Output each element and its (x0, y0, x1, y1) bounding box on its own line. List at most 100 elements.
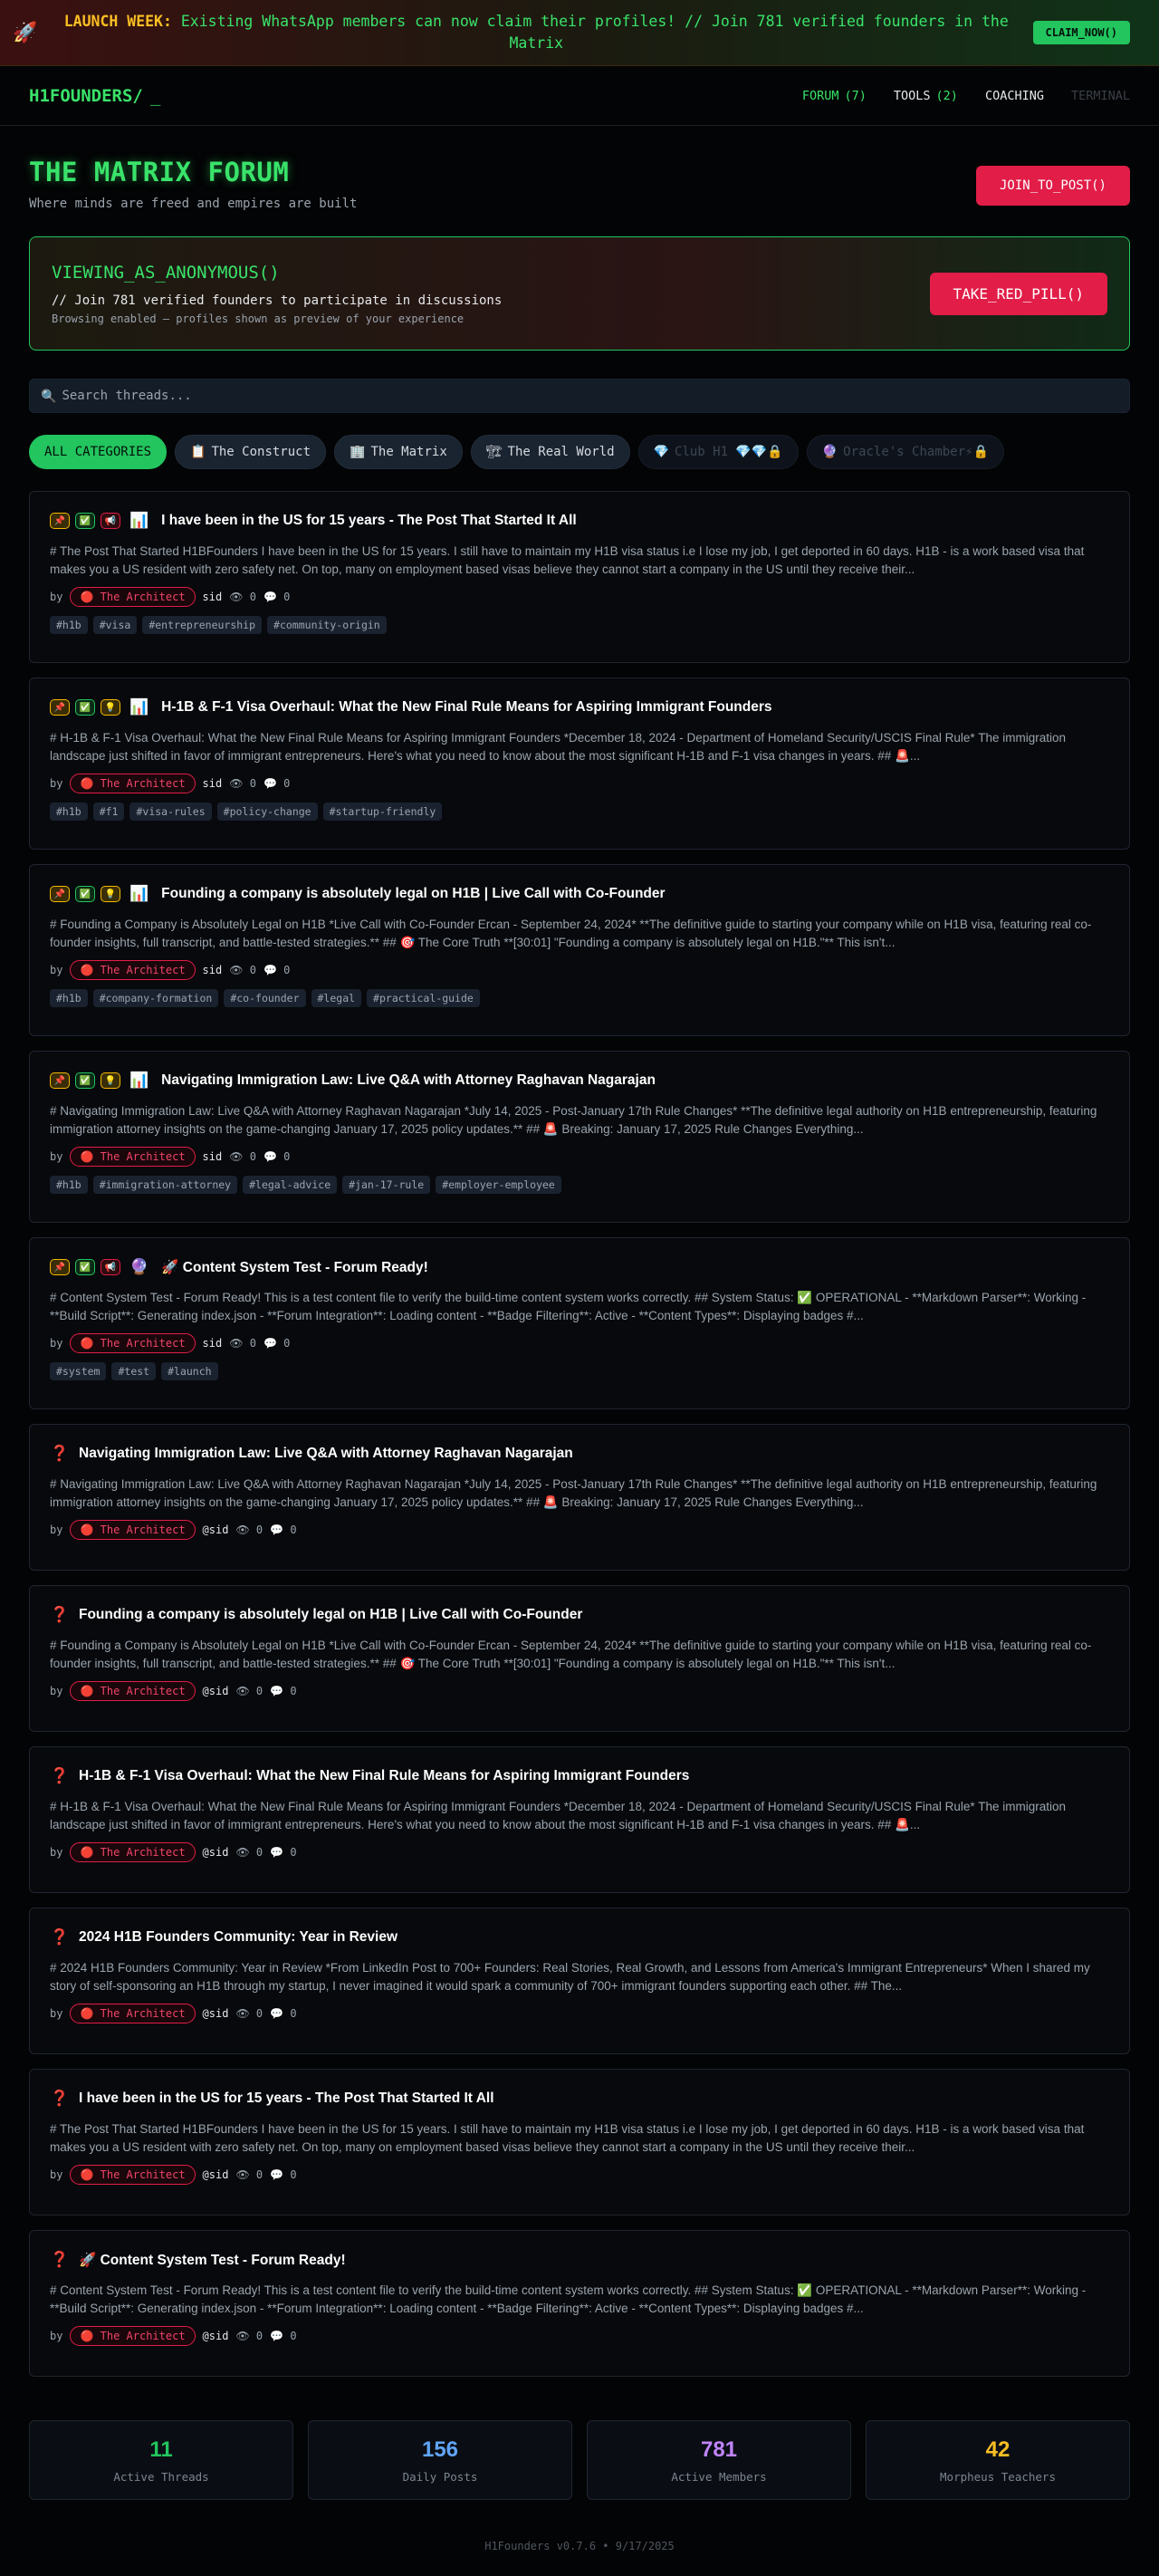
views-count: 👁 0 (229, 1337, 256, 1350)
thread-title[interactable]: 2024 H1B Founders Community: Year in Rev… (79, 1929, 398, 1946)
thread-title[interactable]: H-1B & F-1 Visa Overhaul: What the New F… (161, 699, 771, 716)
tag-chip[interactable]: #visa-rules (129, 803, 212, 821)
views-value: 0 (255, 1685, 263, 1697)
thread-title[interactable]: Navigating Immigration Law: Live Q&A wit… (161, 1072, 656, 1089)
author-badge[interactable]: 🔴 The Architect (70, 1842, 196, 1862)
nav-link-tools[interactable]: TOOLS (2) (894, 89, 958, 103)
search-input[interactable] (62, 389, 1118, 403)
tag-chip[interactable]: #launch (161, 1362, 218, 1380)
tag-chip[interactable]: #community-origin (267, 616, 387, 634)
take-red-pill-button[interactable]: TAKE_RED_PILL() (929, 272, 1107, 315)
nav-link-terminal[interactable]: TERMINAL (1071, 89, 1130, 103)
thread-title[interactable]: Navigating Immigration Law: Live Q&A wit… (79, 1446, 573, 1462)
author-badge[interactable]: 🔴 The Architect (70, 2326, 196, 2346)
tag-chip[interactable]: #h1b (50, 803, 88, 821)
thread-card[interactable]: ❓ 🚀 Content System Test - Forum Ready! # C… (29, 2230, 1130, 2377)
pin-badge-icon: 📌 (50, 699, 70, 716)
comment-icon: 💬 (270, 2330, 284, 2342)
thread-excerpt: # Content System Test - Forum Ready! Thi… (50, 1291, 1087, 1322)
category-club-h1[interactable]: 💎 Club H1 💎💎🔒 (637, 435, 799, 469)
thread-header: ❓ Navigating Immigration Law: Live Q&A wi… (50, 1445, 1109, 1463)
thread-title[interactable]: H-1B & F-1 Visa Overhaul: What the New F… (79, 1768, 689, 1784)
join-to-post-button[interactable]: JOIN_TO_POST() (975, 166, 1130, 206)
logo[interactable]: H1FOUNDERS/ _ (29, 86, 160, 106)
thread-card[interactable]: ❓ I have been in the US for 15 years - Th… (29, 2069, 1130, 2216)
tag-chip[interactable]: #employer-employee (436, 1176, 561, 1194)
tag-chip[interactable]: #policy-change (216, 803, 318, 821)
tag-chip[interactable]: #entrepreneurship (142, 616, 263, 634)
tag-chip[interactable]: #system (50, 1362, 107, 1380)
thread-card[interactable]: ❓ Navigating Immigration Law: Live Q&A wi… (29, 1424, 1130, 1571)
author-badge[interactable]: 🔴 The Architect (70, 1147, 196, 1167)
thread-card[interactable]: 📌 ✅ 💡 📊 H-1B & F-1 Visa Overhaul: What the N… (29, 678, 1130, 850)
tag-chip[interactable]: #h1b (50, 616, 88, 634)
author-badge[interactable]: 🔴 The Architect (70, 774, 196, 793)
tag-chip[interactable]: #startup-friendly (322, 803, 443, 821)
thread-tags: #h1b #company-formation #co-founder #legal #… (50, 989, 1109, 1007)
tag-chip[interactable]: #h1b (50, 1176, 88, 1194)
tag-chip[interactable]: #legal-advice (243, 1176, 338, 1194)
author-badge[interactable]: 🔴 The Architect (70, 960, 196, 980)
nav-link-count: (2) (935, 88, 958, 103)
author-badge[interactable]: 🔴 The Architect (70, 2004, 196, 2023)
thread-card[interactable]: ❓ H-1B & F-1 Visa Overhaul: What the New … (29, 1746, 1130, 1893)
author-badge[interactable]: 🔴 The Architect (70, 1333, 196, 1353)
nav-links: FORUM (7) TOOLS (2) COACHING TERMINAL (802, 89, 1130, 103)
thread-card[interactable]: 📌 ✅ 💡 📊 Navigating Immigration Law: Live Q&A… (29, 1051, 1130, 1223)
author-name: The Architect (100, 2007, 186, 2020)
author-badge[interactable]: 🔴 The Architect (70, 1681, 196, 1701)
by-label: by (50, 1337, 63, 1350)
tag-chip[interactable]: #co-founder (224, 989, 306, 1007)
tag-chip[interactable]: #jan-17-rule (342, 1176, 431, 1194)
thread-card[interactable]: 📌 ✅ 💡 📊 Founding a company is absolutely leg… (29, 864, 1130, 1036)
anonymous-line-1: // Join 781 verified founders to partici… (52, 293, 503, 308)
tag-chip[interactable]: #practical-guide (367, 989, 480, 1007)
nav-link-count: (7) (844, 88, 867, 103)
thread-card[interactable]: ❓ Founding a company is absolutely legal … (29, 1585, 1130, 1732)
thread-card[interactable]: 📌 ✅ 📢 🔮 🚀 Content System Test - Forum Ready!… (29, 1237, 1130, 1409)
thread-header: ❓ Founding a company is absolutely legal … (50, 1606, 1109, 1624)
tag-chip[interactable]: #legal (311, 989, 362, 1007)
tag-chip[interactable]: #immigration-attorney (92, 1176, 238, 1194)
thread-header: ❓ H-1B & F-1 Visa Overhaul: What the New … (50, 1767, 1109, 1785)
thread-meta: by 🔴 The Architect @sid 👁 0 💬 0 (50, 1842, 1109, 1862)
tag-chip[interactable]: #test (111, 1362, 157, 1380)
category-the-matrix[interactable]: 🏢 The Matrix (334, 435, 463, 469)
nav-link-forum[interactable]: FORUM (7) (802, 89, 867, 103)
thread-title[interactable]: 🚀 Content System Test - Forum Ready! (161, 1259, 428, 1276)
comments-value: 0 (290, 2007, 297, 2020)
nav-link-label: FORUM (801, 88, 839, 103)
thread-title[interactable]: I have been in the US for 15 years - The… (161, 513, 577, 529)
thread-card[interactable]: 📌 ✅ 📢 📊 I have been in the US for 15 years -… (29, 491, 1130, 663)
thread-header: 📌 ✅ 💡 📊 H-1B & F-1 Visa Overhaul: What the N… (50, 698, 1109, 716)
views-count: 👁 0 (229, 591, 256, 603)
thread-title[interactable]: I have been in the US for 15 years - The… (79, 2091, 494, 2107)
search-bar: 🔍 (29, 379, 1130, 413)
thread-card[interactable]: ❓ 2024 H1B Founders Community: Year in Re… (29, 1908, 1130, 2054)
stat-card-active-threads: 11 Active Threads (29, 2420, 293, 2500)
views-count: 👁 0 (229, 777, 256, 790)
thread-title[interactable]: Founding a company is absolutely legal o… (79, 1607, 582, 1623)
question-icon: ❓ (50, 1928, 70, 1946)
chart-icon: 📊 (129, 512, 149, 529)
thread-title[interactable]: Founding a company is absolutely legal o… (161, 886, 665, 902)
nav-link-coaching[interactable]: COACHING (985, 89, 1044, 103)
category-oracles-chamber[interactable]: 🔮 Oracle's Chamber⚡🔒 (806, 435, 1004, 469)
tag-chip[interactable]: #visa (92, 616, 138, 634)
comment-icon: 💬 (263, 777, 277, 790)
tag-chip[interactable]: #h1b (50, 989, 88, 1007)
chart-icon: 📊 (129, 885, 149, 902)
category-the-construct[interactable]: 📋 The Construct (175, 435, 327, 469)
category-all[interactable]: ALL CATEGORIES (29, 435, 168, 469)
thread-title[interactable]: 🚀 Content System Test - Forum Ready! (79, 2252, 346, 2269)
tag-chip[interactable]: #f1 (92, 803, 125, 821)
author-badge[interactable]: 🔴 The Architect (70, 2165, 196, 2185)
tag-chip[interactable]: #company-formation (92, 989, 219, 1007)
author-badge[interactable]: 🔴 The Architect (70, 1520, 196, 1540)
category-the-real-world[interactable]: 🏗 The Real World (470, 435, 630, 469)
claim-now-button[interactable]: CLAIM_NOW() (1032, 21, 1130, 44)
nav-link-label: TERMINAL (1070, 88, 1130, 103)
author-badge[interactable]: 🔴 The Architect (70, 587, 196, 607)
verified-badge-icon: ✅ (75, 699, 95, 716)
views-value: 0 (249, 1150, 256, 1163)
